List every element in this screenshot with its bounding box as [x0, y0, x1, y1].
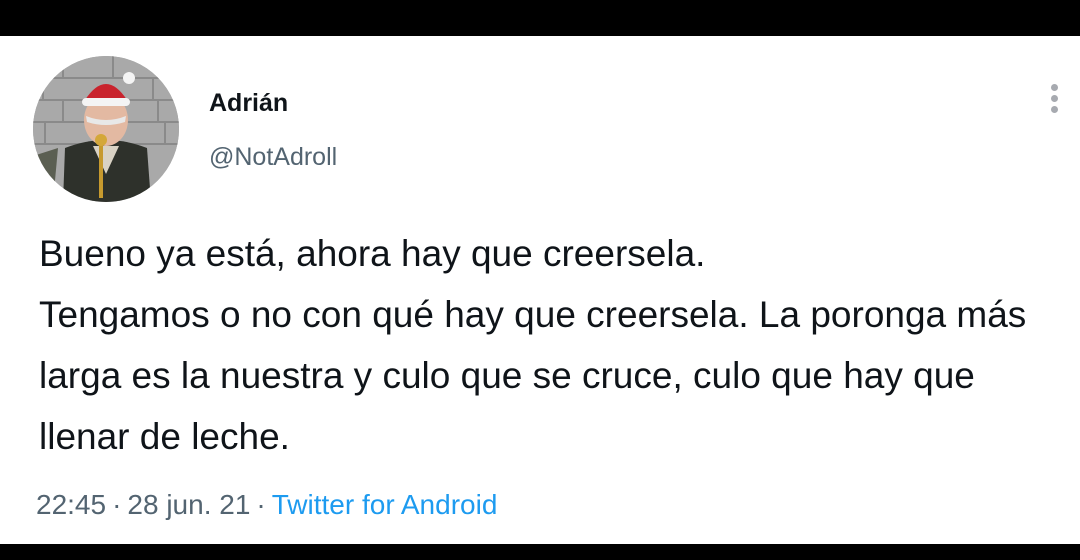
meta-separator: · [112, 489, 122, 520]
more-dot [1051, 106, 1058, 113]
tweet-date[interactable]: 28 jun. 21 [127, 489, 250, 520]
author-name[interactable]: Adrián [209, 89, 288, 118]
tweet-time[interactable]: 22:45 [36, 489, 106, 520]
avatar[interactable] [33, 56, 179, 202]
more-dot [1051, 95, 1058, 102]
tweet-card: Adrián @NotAdroll Bueno ya está, ahora h… [0, 36, 1080, 544]
avatar-photo [33, 56, 179, 202]
more-dot [1051, 84, 1058, 91]
tweet-source-link[interactable]: Twitter for Android [272, 489, 498, 520]
top-frame-bar [0, 0, 1080, 36]
more-vertical-icon[interactable] [1040, 76, 1070, 120]
tweet-metadata: 22:45 · 28 jun. 21 · Twitter for Android [36, 489, 497, 521]
meta-separator: · [256, 489, 266, 520]
tweet-text: Bueno ya está, ahora hay que creersela. … [39, 233, 1027, 457]
author-handle[interactable]: @NotAdroll [209, 143, 337, 172]
bottom-frame-bar [0, 544, 1080, 560]
